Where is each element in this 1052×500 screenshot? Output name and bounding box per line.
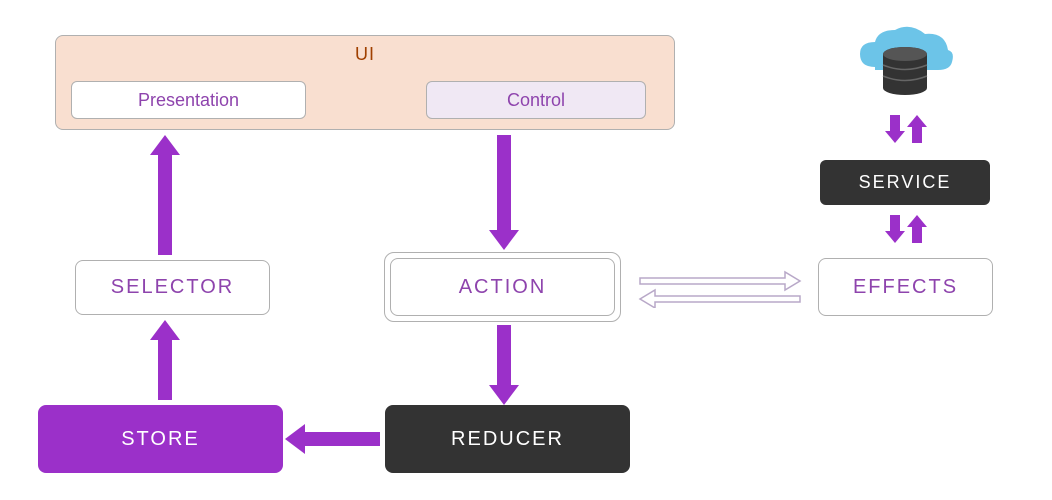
ui-container: UI Presentation Control (55, 35, 675, 130)
arrow-control-to-action (497, 135, 511, 230)
control-box: Control (426, 81, 646, 119)
arrow-action-to-reducer (497, 325, 511, 385)
selector-box: SELECTOR (75, 260, 270, 315)
cloud-database-icon (850, 22, 960, 102)
action-box: ACTION (390, 258, 615, 316)
presentation-box: Presentation (71, 81, 306, 119)
ui-label: UI (355, 44, 375, 65)
arrow-action-effects-bidirectional (635, 268, 805, 308)
arrow-cloud-service-bidirectional (882, 115, 932, 155)
effects-box: EFFECTS (818, 258, 993, 316)
arrow-store-to-selector (158, 340, 172, 400)
service-box: SERVICE (820, 160, 990, 205)
reducer-box: REDUCER (385, 405, 630, 473)
store-box: STORE (38, 405, 283, 473)
arrow-service-effects-bidirectional (882, 215, 932, 255)
arrow-selector-to-presentation (158, 155, 172, 255)
arrow-reducer-to-store (305, 432, 380, 446)
